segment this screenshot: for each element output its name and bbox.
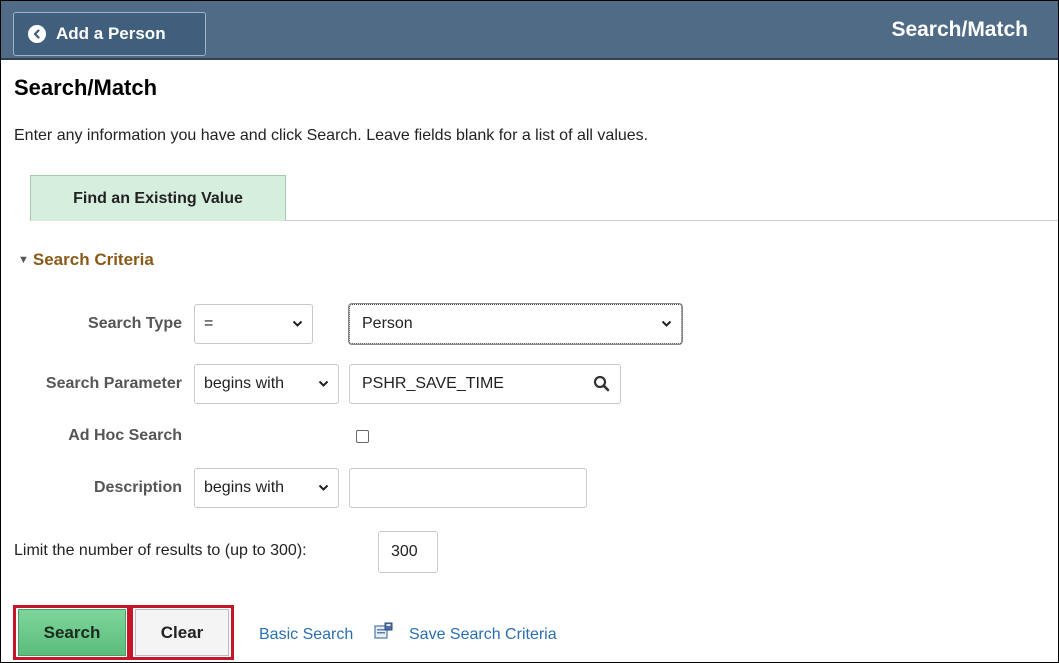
tab-divider [286, 220, 1058, 221]
triangle-down-icon: ▼ [18, 254, 29, 266]
clear-button-label: Clear [160, 622, 204, 642]
description-operator-select[interactable]: begins with [194, 468, 339, 508]
limit-label: Limit the number of results to (up to 30… [14, 542, 307, 559]
search-parameter-operator-select[interactable]: begins with [194, 364, 339, 404]
search-button[interactable]: Search [18, 609, 126, 656]
search-type-select[interactable]: Person [349, 304, 682, 344]
page-title: Search/Match [14, 75, 158, 100]
save-criteria-icon[interactable] [374, 622, 394, 640]
back-button-label: Add a Person [56, 24, 166, 43]
search-icon[interactable] [593, 375, 610, 392]
search-button-label: Search [43, 622, 101, 642]
search-parameter-value: PSHR_SAVE_TIME [362, 375, 504, 392]
back-button[interactable]: Add a Person [13, 12, 206, 56]
search-parameter-operator-value: begins with [204, 375, 285, 392]
search-parameter-label: Search Parameter [45, 375, 182, 392]
basic-search-link[interactable]: Basic Search [259, 626, 353, 644]
search-type-operator-value: = [204, 315, 214, 332]
ad-hoc-search-checkbox[interactable] [356, 430, 369, 443]
search-criteria-toggle[interactable]: ▼ Search Criteria [18, 250, 154, 270]
clear-button[interactable]: Clear [135, 609, 229, 656]
search-type-operator-select[interactable]: = [194, 304, 313, 344]
description-label: Description [93, 479, 182, 496]
header-page-heading: Search/Match [891, 18, 1028, 41]
description-input[interactable] [349, 468, 587, 508]
search-type-label: Search Type [88, 315, 182, 332]
chevron-left-icon [28, 25, 46, 43]
search-parameter-input[interactable]: PSHR_SAVE_TIME [349, 364, 621, 404]
chevron-down-icon [292, 320, 303, 327]
description-operator-value: begins with [204, 479, 285, 496]
search-type-value: Person [362, 315, 413, 332]
ad-hoc-search-label: Ad Hoc Search [68, 427, 182, 444]
chevron-down-icon [318, 484, 329, 491]
search-criteria-label: Search Criteria [32, 250, 154, 269]
header-bar: Add a Person Search/Match [1, 1, 1058, 60]
tab-find-existing-value[interactable]: Find an Existing Value [30, 175, 286, 221]
tab-label: Find an Existing Value [73, 189, 243, 207]
instructions-text: Enter any information you have and click… [14, 127, 649, 144]
chevron-down-icon [318, 380, 329, 387]
save-search-criteria-link[interactable]: Save Search Criteria [409, 626, 557, 644]
chevron-down-icon [661, 320, 672, 327]
limit-value: 300 [391, 543, 418, 560]
limit-input[interactable]: 300 [378, 531, 438, 573]
